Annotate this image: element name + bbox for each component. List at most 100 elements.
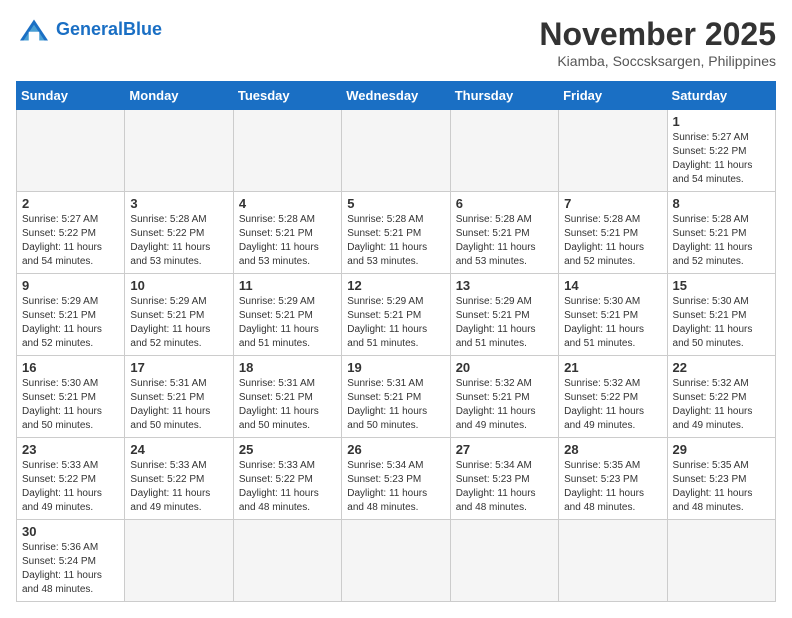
day-number: 5 <box>347 196 444 211</box>
day-info: Sunrise: 5:32 AM Sunset: 5:22 PM Dayligh… <box>673 377 770 433</box>
day-number: 6 <box>456 196 553 211</box>
calendar-row-2: 2 Sunrise: 5:27 AM Sunset: 5:22 PM Daylig… <box>17 192 776 274</box>
day-number: 20 <box>456 360 553 375</box>
calendar-cell <box>450 110 558 192</box>
day-info: Sunrise: 5:29 AM Sunset: 5:21 PM Dayligh… <box>130 295 227 351</box>
calendar-cell <box>125 520 233 602</box>
day-number: 22 <box>673 360 770 375</box>
calendar-cell: 7 Sunrise: 5:28 AM Sunset: 5:21 PM Daylig… <box>559 192 667 274</box>
weekday-header-saturday: Saturday <box>667 82 775 110</box>
day-info: Sunrise: 5:36 AM Sunset: 5:24 PM Dayligh… <box>22 541 119 597</box>
calendar-cell: 4 Sunrise: 5:28 AM Sunset: 5:21 PM Daylig… <box>233 192 341 274</box>
day-info: Sunrise: 5:28 AM Sunset: 5:21 PM Dayligh… <box>564 213 661 269</box>
page-header: GeneralBlue November 2025 Kiamba, Soccsk… <box>16 16 776 69</box>
location: Kiamba, Soccsksargen, Philippines <box>539 53 776 69</box>
calendar-cell: 22 Sunrise: 5:32 AM Sunset: 5:22 PM Dayli… <box>667 356 775 438</box>
day-number: 11 <box>239 278 336 293</box>
calendar-cell: 30 Sunrise: 5:36 AM Sunset: 5:24 PM Dayli… <box>17 520 125 602</box>
day-info: Sunrise: 5:29 AM Sunset: 5:21 PM Dayligh… <box>456 295 553 351</box>
calendar-cell: 3Sunrise: 5:28 AM Sunset: 5:22 PM Daylig… <box>125 192 233 274</box>
day-number: 14 <box>564 278 661 293</box>
day-number: 27 <box>456 442 553 457</box>
day-number: 7 <box>564 196 661 211</box>
calendar-cell <box>125 110 233 192</box>
calendar-cell: 12 Sunrise: 5:29 AM Sunset: 5:21 PM Dayli… <box>342 274 450 356</box>
calendar-cell: 5 Sunrise: 5:28 AM Sunset: 5:21 PM Daylig… <box>342 192 450 274</box>
calendar-cell: 16 Sunrise: 5:30 AM Sunset: 5:21 PM Dayli… <box>17 356 125 438</box>
day-info: Sunrise: 5:29 AM Sunset: 5:21 PM Dayligh… <box>347 295 444 351</box>
calendar-cell <box>233 110 341 192</box>
day-number: 4 <box>239 196 336 211</box>
day-number: 2 <box>22 196 119 211</box>
calendar-cell: 1 Sunrise: 5:27 AM Sunset: 5:22 PM Daylig… <box>667 110 775 192</box>
calendar-cell <box>342 520 450 602</box>
calendar-row-4: 16 Sunrise: 5:30 AM Sunset: 5:21 PM Dayli… <box>17 356 776 438</box>
day-info: Sunrise: 5:32 AM Sunset: 5:21 PM Dayligh… <box>456 377 553 433</box>
calendar-cell <box>450 520 558 602</box>
calendar-cell <box>559 520 667 602</box>
day-info: Sunrise: 5:30 AM Sunset: 5:21 PM Dayligh… <box>564 295 661 351</box>
calendar-cell <box>667 520 775 602</box>
day-info: Sunrise: 5:28 AM Sunset: 5:21 PM Dayligh… <box>673 213 770 269</box>
calendar-cell: 11 Sunrise: 5:29 AM Sunset: 5:21 PM Dayli… <box>233 274 341 356</box>
weekday-header-row: SundayMondayTuesdayWednesdayThursdayFrid… <box>17 82 776 110</box>
day-number: 28 <box>564 442 661 457</box>
weekday-header-wednesday: Wednesday <box>342 82 450 110</box>
calendar-cell: 17Sunrise: 5:31 AM Sunset: 5:21 PM Dayli… <box>125 356 233 438</box>
day-number: 8 <box>673 196 770 211</box>
calendar-row-3: 9 Sunrise: 5:29 AM Sunset: 5:21 PM Daylig… <box>17 274 776 356</box>
day-number: 16 <box>22 360 119 375</box>
day-info: Sunrise: 5:35 AM Sunset: 5:23 PM Dayligh… <box>564 459 661 515</box>
calendar-cell: 10 Sunrise: 5:29 AM Sunset: 5:21 PM Dayli… <box>125 274 233 356</box>
calendar-cell: 20 Sunrise: 5:32 AM Sunset: 5:21 PM Dayli… <box>450 356 558 438</box>
logo: GeneralBlue <box>16 16 162 44</box>
calendar-row-5: 23 Sunrise: 5:33 AM Sunset: 5:22 PM Dayli… <box>17 438 776 520</box>
calendar-cell <box>233 520 341 602</box>
day-info: Sunrise: 5:30 AM Sunset: 5:21 PM Dayligh… <box>673 295 770 351</box>
calendar-cell <box>17 110 125 192</box>
day-number: 18 <box>239 360 336 375</box>
day-info: Sunrise: 5:28 AM Sunset: 5:21 PM Dayligh… <box>239 213 336 269</box>
weekday-header-sunday: Sunday <box>17 82 125 110</box>
day-number: 1 <box>673 114 770 129</box>
calendar-cell: 21Sunrise: 5:32 AM Sunset: 5:22 PM Dayli… <box>559 356 667 438</box>
day-number: 21 <box>564 360 661 375</box>
day-info: Sunrise: 5:29 AM Sunset: 5:21 PM Dayligh… <box>22 295 119 351</box>
day-info: Sunrise: 5:28 AM Sunset: 5:21 PM Dayligh… <box>456 213 553 269</box>
day-number: 19 <box>347 360 444 375</box>
calendar-cell: 24Sunrise: 5:33 AM Sunset: 5:22 PM Dayli… <box>125 438 233 520</box>
calendar-cell: 27Sunrise: 5:34 AM Sunset: 5:23 PM Dayli… <box>450 438 558 520</box>
day-number: 3 <box>130 196 227 211</box>
day-info: Sunrise: 5:27 AM Sunset: 5:22 PM Dayligh… <box>673 131 770 187</box>
calendar-cell: 29Sunrise: 5:35 AM Sunset: 5:23 PM Dayli… <box>667 438 775 520</box>
day-number: 23 <box>22 442 119 457</box>
day-number: 13 <box>456 278 553 293</box>
day-number: 15 <box>673 278 770 293</box>
calendar-cell: 6 Sunrise: 5:28 AM Sunset: 5:21 PM Daylig… <box>450 192 558 274</box>
weekday-header-thursday: Thursday <box>450 82 558 110</box>
calendar-row-6: 30 Sunrise: 5:36 AM Sunset: 5:24 PM Dayli… <box>17 520 776 602</box>
weekday-header-tuesday: Tuesday <box>233 82 341 110</box>
month-title: November 2025 <box>539 16 776 53</box>
day-number: 9 <box>22 278 119 293</box>
day-info: Sunrise: 5:30 AM Sunset: 5:21 PM Dayligh… <box>22 377 119 433</box>
calendar-row-1: 1 Sunrise: 5:27 AM Sunset: 5:22 PM Daylig… <box>17 110 776 192</box>
calendar-cell: 28 Sunrise: 5:35 AM Sunset: 5:23 PM Dayli… <box>559 438 667 520</box>
day-info: Sunrise: 5:33 AM Sunset: 5:22 PM Dayligh… <box>130 459 227 515</box>
day-info: Sunrise: 5:28 AM Sunset: 5:21 PM Dayligh… <box>347 213 444 269</box>
calendar-cell: 19 Sunrise: 5:31 AM Sunset: 5:21 PM Dayli… <box>342 356 450 438</box>
calendar-cell: 9 Sunrise: 5:29 AM Sunset: 5:21 PM Daylig… <box>17 274 125 356</box>
day-info: Sunrise: 5:33 AM Sunset: 5:22 PM Dayligh… <box>22 459 119 515</box>
day-number: 12 <box>347 278 444 293</box>
day-info: Sunrise: 5:33 AM Sunset: 5:22 PM Dayligh… <box>239 459 336 515</box>
calendar: SundayMondayTuesdayWednesdayThursdayFrid… <box>16 81 776 602</box>
day-number: 26 <box>347 442 444 457</box>
day-info: Sunrise: 5:34 AM Sunset: 5:23 PM Dayligh… <box>347 459 444 515</box>
calendar-cell <box>559 110 667 192</box>
day-number: 10 <box>130 278 227 293</box>
calendar-cell: 18Sunrise: 5:31 AM Sunset: 5:21 PM Dayli… <box>233 356 341 438</box>
day-number: 30 <box>22 524 119 539</box>
day-info: Sunrise: 5:27 AM Sunset: 5:22 PM Dayligh… <box>22 213 119 269</box>
day-info: Sunrise: 5:29 AM Sunset: 5:21 PM Dayligh… <box>239 295 336 351</box>
day-info: Sunrise: 5:31 AM Sunset: 5:21 PM Dayligh… <box>347 377 444 433</box>
